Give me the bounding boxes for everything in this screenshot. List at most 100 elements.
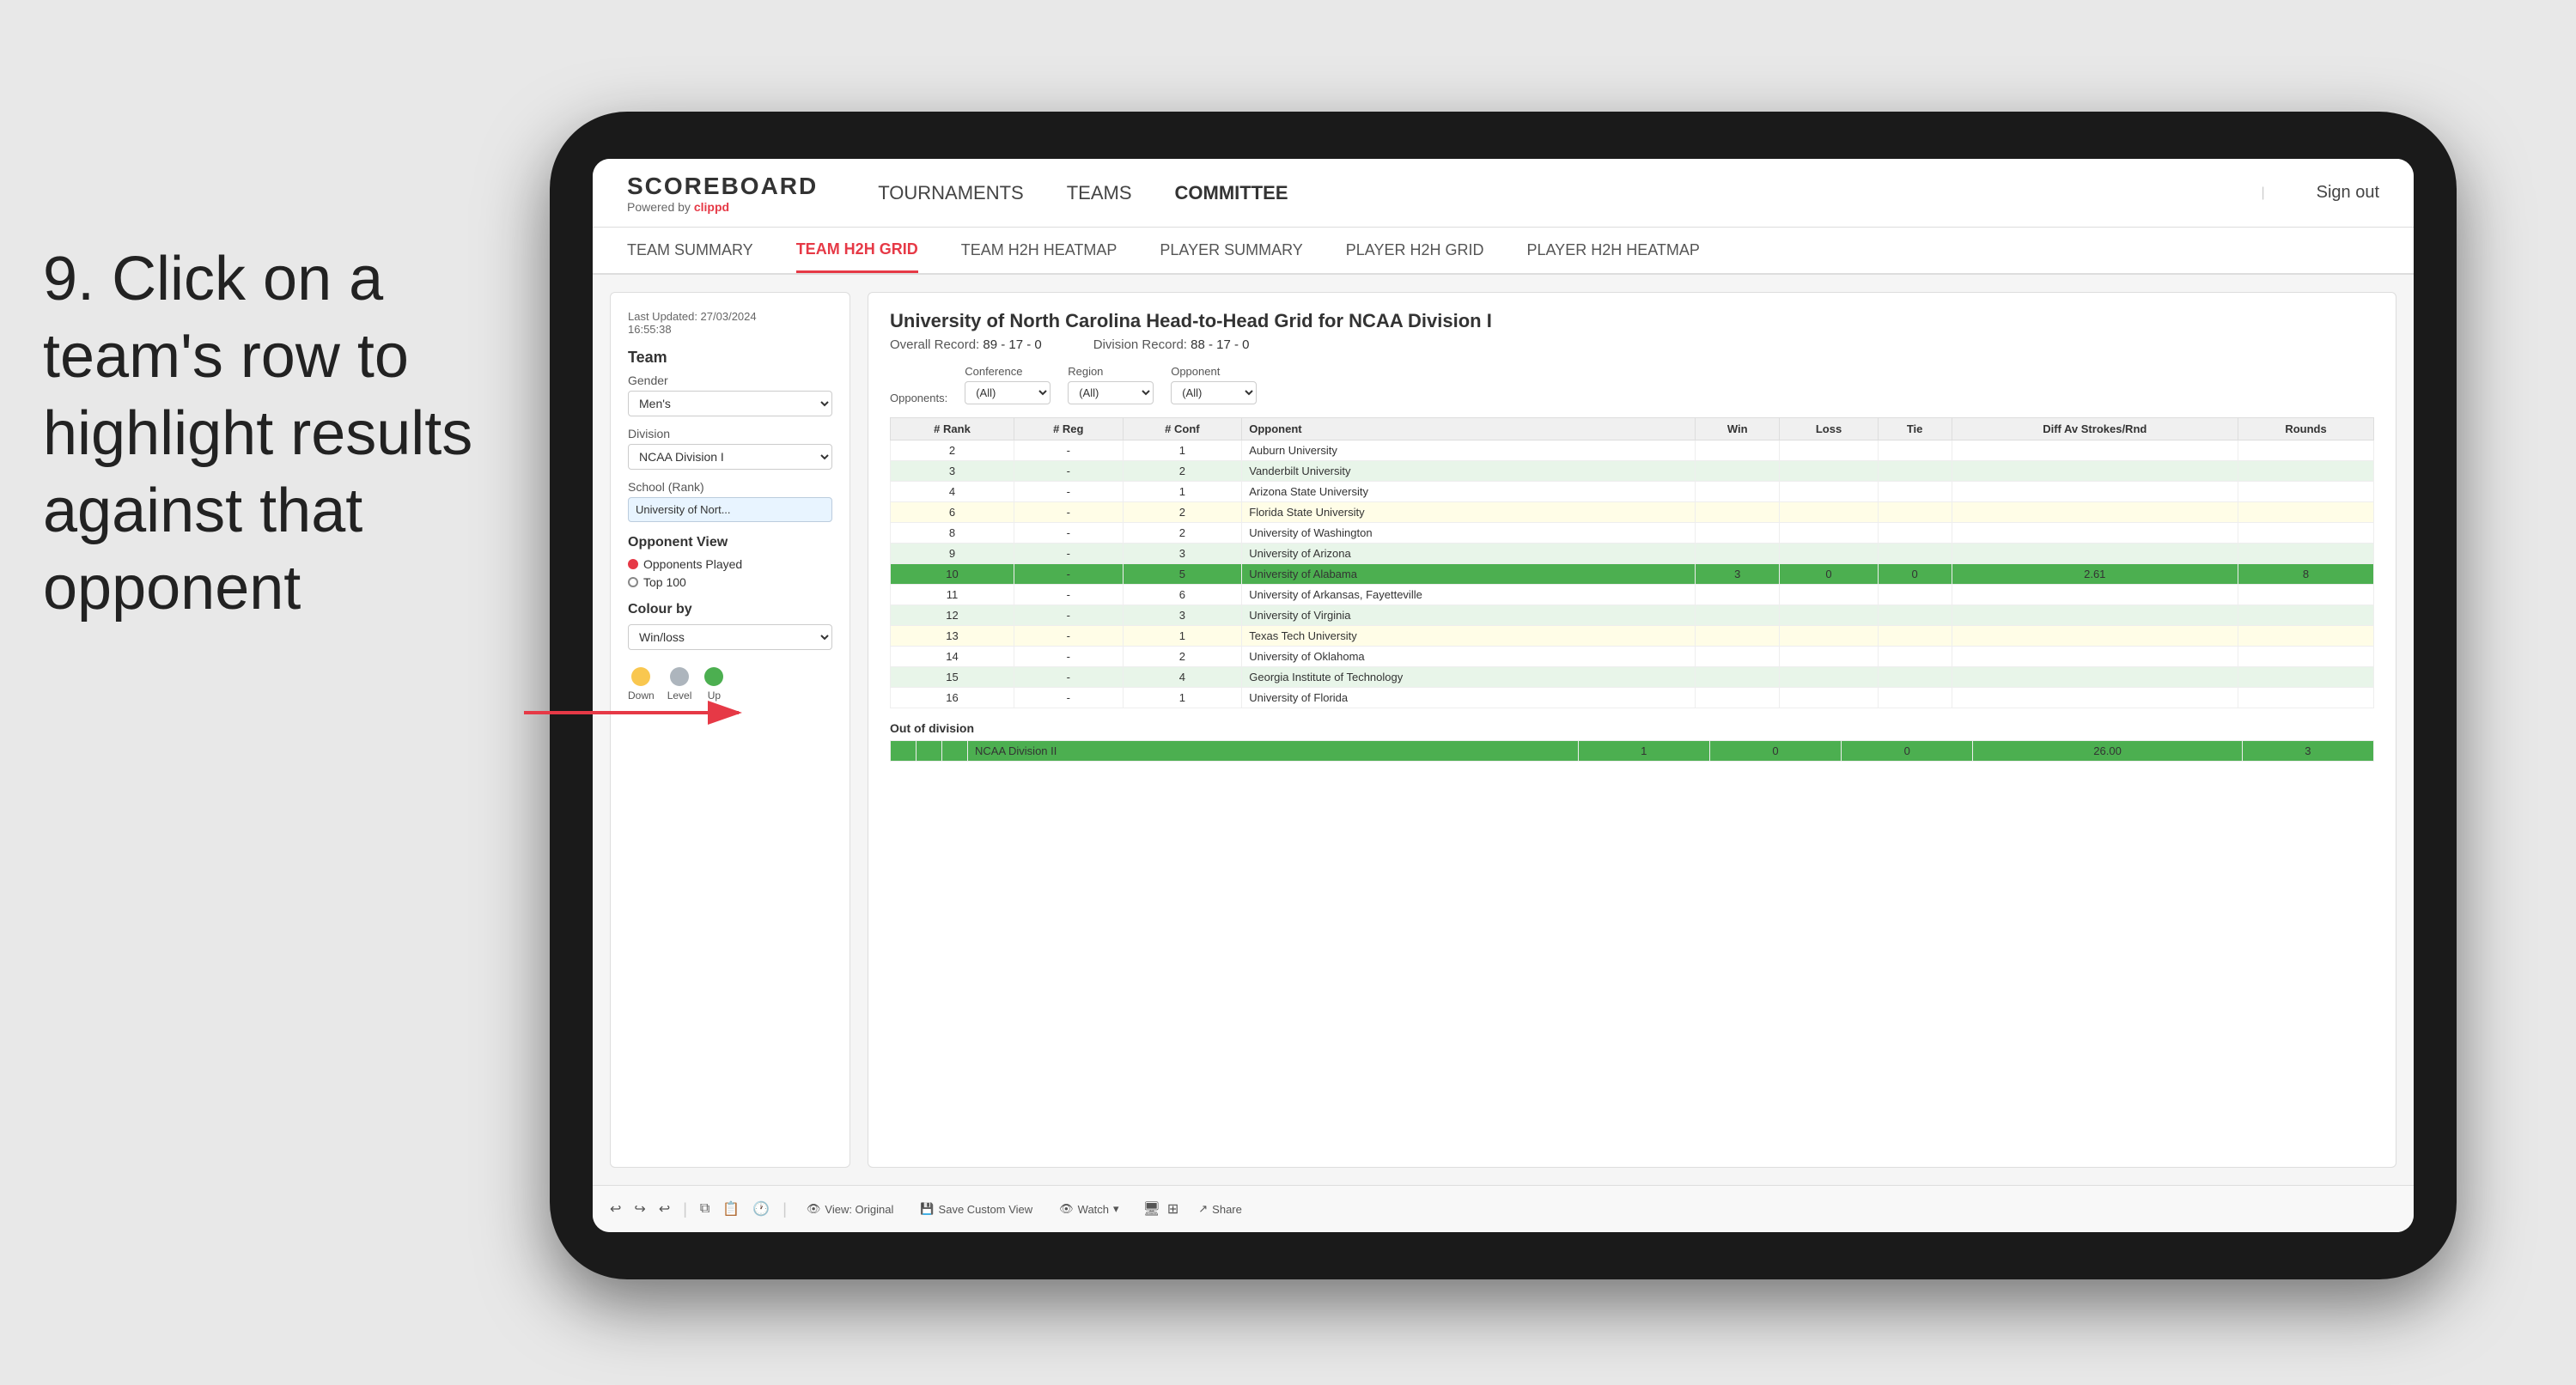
out-rounds-cell: 3 [2242,741,2373,762]
win-cell: 3 [1696,564,1780,585]
h2h-table: # Rank # Reg # Conf Opponent Win Loss Ti… [890,417,2374,708]
col-tie: Tie [1878,418,1952,440]
reg-cell: - [1014,523,1124,544]
diff-cell [1952,605,2238,626]
grid-icon[interactable]: ⊞ [1167,1200,1178,1218]
nav-tournaments[interactable]: TOURNAMENTS [878,178,1024,209]
rank-cell: 13 [891,626,1014,647]
subnav-team-summary[interactable]: TEAM SUMMARY [627,228,753,273]
win-cell [1696,688,1780,708]
win-cell [1696,440,1780,461]
table-row[interactable]: 15 - 4 Georgia Institute of Technology [891,667,2374,688]
opponent-view-top100[interactable]: Top 100 [628,575,832,589]
nav-committee[interactable]: COMMITTEE [1175,178,1288,209]
instruction-text: 9. Click on a team's row to highlight re… [43,240,541,627]
region-filter: Region (All) [1068,365,1154,404]
subnav-team-h2h-grid[interactable]: TEAM H2H GRID [796,228,918,273]
division-select[interactable]: NCAA Division I [628,444,832,470]
col-conf: # Conf [1123,418,1242,440]
overall-record: Overall Record: 89 - 17 - 0 [890,337,1042,352]
tie-cell [1878,647,1952,667]
table-row[interactable]: 13 - 1 Texas Tech University [891,626,2374,647]
conf-cell: 2 [1123,523,1242,544]
back-icon[interactable]: ↩ [659,1200,670,1218]
view-original-button[interactable]: 👁 View: Original [800,1199,900,1219]
rounds-cell [2238,440,2374,461]
tie-cell [1878,502,1952,523]
loss-cell: 0 [1780,564,1878,585]
subnav-player-h2h-grid[interactable]: PLAYER H2H GRID [1346,228,1484,273]
separator1: | [683,1200,687,1218]
watch-button[interactable]: 👁 Watch ▾ [1052,1199,1125,1219]
nav-teams[interactable]: TEAMS [1067,178,1132,209]
save-icon: 💾 [920,1202,934,1216]
reg-cell: - [1014,626,1124,647]
rounds-cell [2238,605,2374,626]
rank-cell: 16 [891,688,1014,708]
nav-links: TOURNAMENTS TEAMS COMMITTEE [878,178,2209,209]
opponent-cell: Arizona State University [1242,482,1696,502]
copy-icon[interactable]: ⧉ [700,1201,709,1217]
colour-by-select[interactable]: Win/loss [628,624,832,650]
table-row[interactable]: 16 - 1 University of Florida [891,688,2374,708]
share-button[interactable]: ↗ Share [1191,1199,1249,1219]
opponent-select[interactable]: (All) [1171,381,1257,404]
subnav-player-summary[interactable]: PLAYER SUMMARY [1160,228,1302,273]
opponent-view-played[interactable]: Opponents Played [628,557,832,571]
col-win: Win [1696,418,1780,440]
out-of-division-label: Out of division [890,721,2374,735]
conf-cell: 1 [1123,440,1242,461]
win-cell [1696,461,1780,482]
undo-icon[interactable]: ↩ [610,1200,621,1218]
radio-top100-icon [628,577,638,587]
subnav-player-h2h-heatmap[interactable]: PLAYER H2H HEATMAP [1527,228,1700,273]
rank-cell: 10 [891,564,1014,585]
diff-cell [1952,502,2238,523]
rank-cell: 15 [891,667,1014,688]
loss-cell [1780,688,1878,708]
computer-icon[interactable]: 🖥 [1143,1200,1160,1218]
division-record: Division Record: 88 - 17 - 0 [1093,337,1250,352]
diff-cell [1952,647,2238,667]
rank-cell: 12 [891,605,1014,626]
region-select[interactable]: (All) [1068,381,1154,404]
diff-cell [1952,440,2238,461]
table-row[interactable]: 12 - 3 University of Virginia [891,605,2374,626]
col-diff: Diff Av Strokes/Rnd [1952,418,2238,440]
out-reg-cell [917,741,942,762]
separator2: | [783,1200,787,1218]
tie-cell [1878,688,1952,708]
conference-filter: Conference (All) [965,365,1050,404]
table-row[interactable]: 4 - 1 Arizona State University [891,482,2374,502]
opponent-cell: University of Virginia [1242,605,1696,626]
rank-cell: 6 [891,502,1014,523]
rounds-cell [2238,688,2374,708]
reg-cell: - [1014,482,1124,502]
save-custom-button[interactable]: 💾 Save Custom View [913,1199,1039,1219]
highlighted-table-row[interactable]: 10 - 5 University of Alabama 3 0 0 2.61 … [891,564,2374,585]
subnav-team-h2h-heatmap[interactable]: TEAM H2H HEATMAP [961,228,1117,273]
reg-cell: - [1014,605,1124,626]
tie-cell [1878,667,1952,688]
out-division-row[interactable]: NCAA Division II 1 0 0 26.00 3 [891,741,2374,762]
diff-cell [1952,667,2238,688]
table-row[interactable]: 9 - 3 University of Arizona [891,544,2374,564]
opponent-cell: University of Washington [1242,523,1696,544]
table-row[interactable]: 6 - 2 Florida State University [891,502,2374,523]
paste-icon[interactable]: 📋 [722,1200,740,1218]
redo-icon[interactable]: ↪ [634,1200,645,1218]
loss-cell [1780,605,1878,626]
table-row[interactable]: 11 - 6 University of Arkansas, Fayettevi… [891,585,2374,605]
clock-icon[interactable]: 🕐 [752,1200,770,1218]
table-row[interactable]: 8 - 2 University of Washington [891,523,2374,544]
table-row[interactable]: 3 - 2 Vanderbilt University [891,461,2374,482]
out-conf-cell [942,741,968,762]
table-row[interactable]: 14 - 2 University of Oklahoma [891,647,2374,667]
table-row[interactable]: 2 - 1 Auburn University [891,440,2374,461]
gender-select[interactable]: Men's [628,391,832,416]
sign-out-link[interactable]: Sign out [2317,183,2379,203]
out-loss-cell: 0 [1709,741,1841,762]
reg-cell: - [1014,564,1124,585]
conference-select[interactable]: (All) [965,381,1050,404]
watch-label: Watch [1078,1203,1109,1216]
